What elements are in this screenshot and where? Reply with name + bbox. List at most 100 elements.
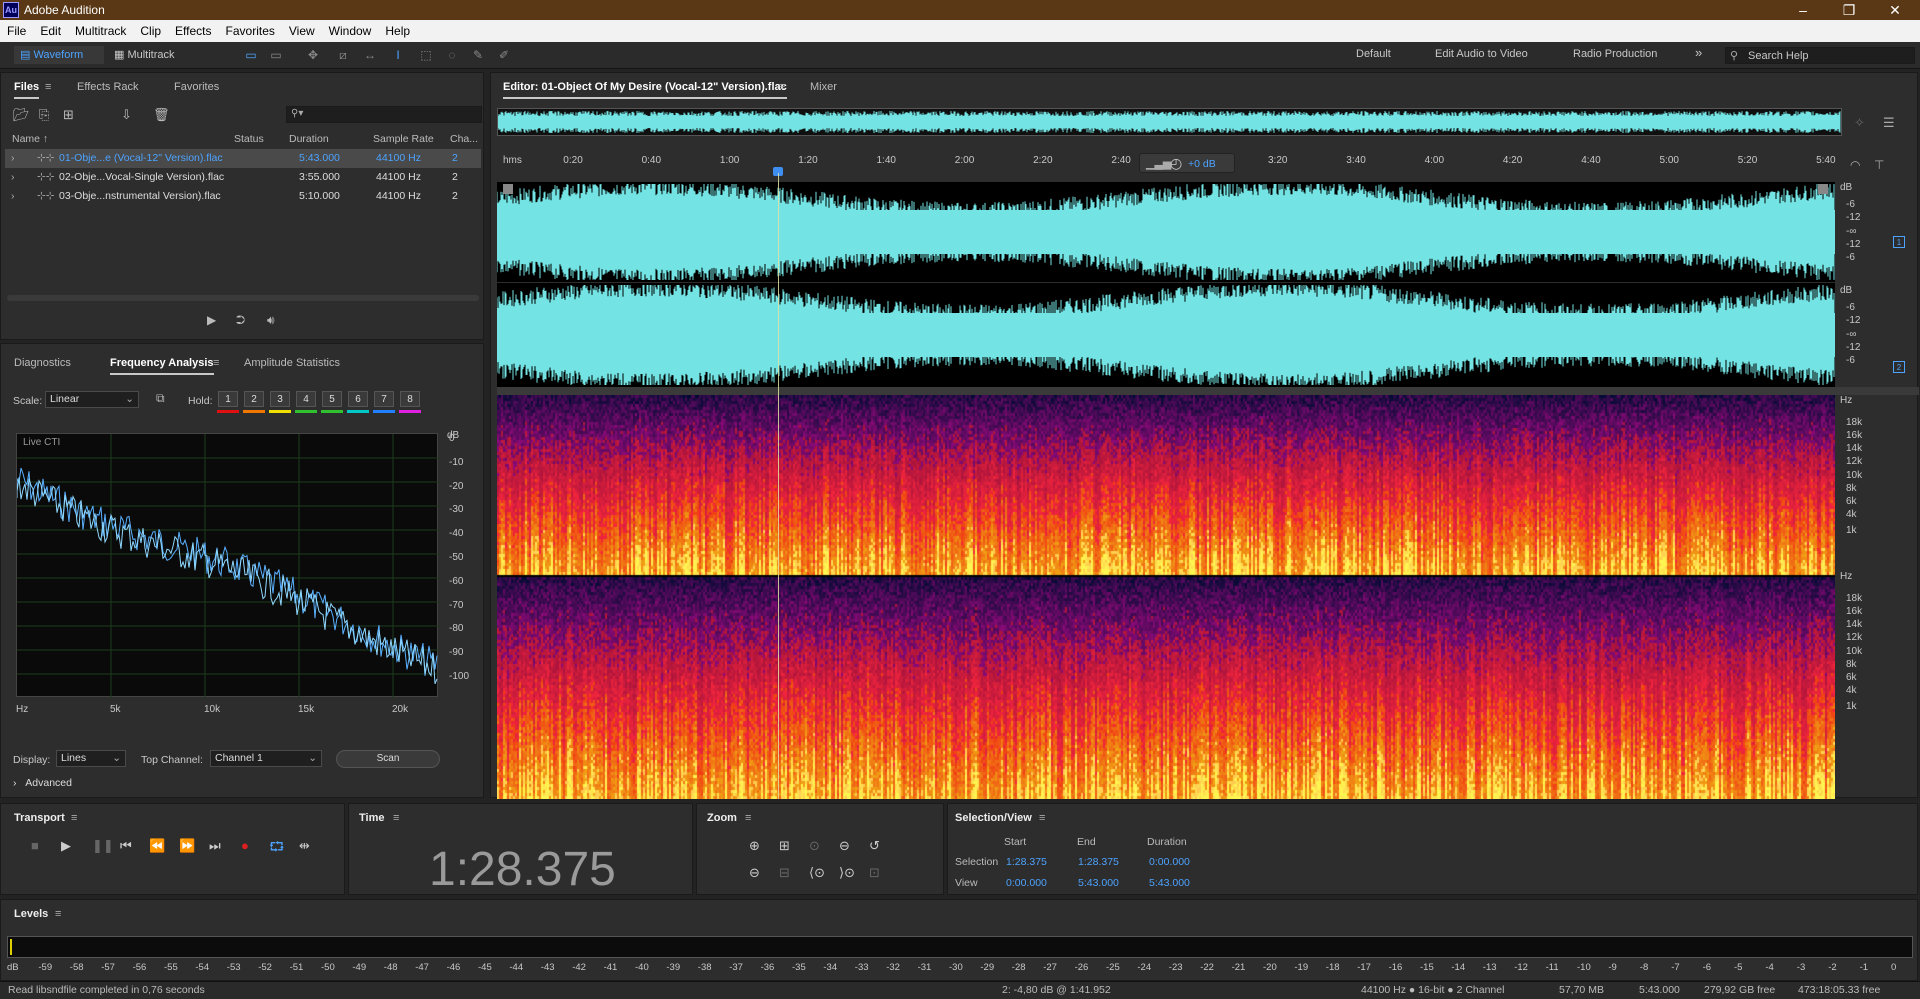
zoom-in-amplitude-icon[interactable]: ⊕ (749, 838, 760, 854)
selection-end-field[interactable]: 1:28.375 (1078, 856, 1119, 868)
workspace-default[interactable]: Default (1356, 48, 1391, 60)
file-row[interactable]: › ⊹⊹ 03-Obje...nstrumental Version).flac 5:… (5, 187, 481, 206)
selection-start-field[interactable]: 1:28.375 (1006, 856, 1047, 868)
razor-tool-icon[interactable]: ⧄ (335, 48, 351, 62)
stop-icon[interactable]: ■ (31, 838, 39, 853)
spectral-display-icon[interactable]: ▭ (243, 48, 259, 62)
tab-effects-rack[interactable]: Effects Rack (77, 81, 139, 93)
chevron-right-icon[interactable]: › (11, 187, 15, 206)
tab-files[interactable]: Files (14, 81, 40, 99)
hold-button-8[interactable]: 8 (400, 391, 420, 407)
brush-tool-icon[interactable]: ✎ (470, 48, 486, 62)
files-search-input[interactable]: ⚲▾ (286, 106, 482, 123)
spot-healing-icon[interactable]: ✐ (496, 48, 512, 62)
rewind-icon[interactable]: ⏪ (149, 838, 165, 854)
time-menu-icon[interactable]: ≡ (393, 812, 399, 824)
minimize-button[interactable]: – (1780, 0, 1826, 20)
advanced-toggle[interactable]: › Advanced (13, 777, 72, 789)
menu-favorites[interactable]: Favorites (219, 20, 282, 42)
pause-icon[interactable]: ❚❚ (92, 838, 114, 854)
transport-menu-icon[interactable]: ≡ (71, 812, 77, 824)
zoom-out-amplitude-icon[interactable]: ⊖ (749, 865, 760, 881)
col-name[interactable]: Name ↑ (12, 133, 48, 145)
snap-icon[interactable]: ◠ (1850, 158, 1860, 172)
skip-to-start-icon[interactable]: ⏮ (120, 838, 132, 854)
preview-volume-icon[interactable]: 🔊︎ (267, 313, 275, 328)
tab-amplitude-statistics[interactable]: Amplitude Statistics (244, 357, 340, 369)
tab-frequency-analysis[interactable]: Frequency Analysis (110, 357, 214, 375)
menu-view[interactable]: View (282, 20, 322, 42)
view-start-field[interactable]: 0:00.000 (1006, 877, 1047, 889)
spectral-pitch-icon[interactable]: ▭ (268, 48, 284, 62)
lasso-tool-icon[interactable]: ◌ (444, 48, 460, 62)
zoom-in-time-icon[interactable]: ⊞ (779, 838, 790, 854)
tab-mixer[interactable]: Mixer (810, 81, 837, 93)
col-sample-rate[interactable]: Sample Rate (373, 133, 434, 145)
tab-editor[interactable]: Editor: 01-Object Of My Desire (Vocal-12… (503, 81, 787, 99)
pin-icon[interactable]: ⊤ (1874, 158, 1884, 172)
spectral-display[interactable] (497, 395, 1835, 799)
scale-select[interactable]: Linear ⌄ (45, 391, 139, 408)
hold-button-3[interactable]: 3 (270, 391, 290, 407)
zoom-out-full-icon[interactable]: ⊖ (839, 838, 850, 854)
hold-button-6[interactable]: 6 (348, 391, 368, 407)
maximize-button[interactable]: ❐ (1826, 0, 1872, 20)
files-scrollbar[interactable] (7, 295, 479, 301)
skip-to-end-icon[interactable]: ⏭ (209, 838, 221, 854)
fade-out-handle[interactable] (1818, 184, 1828, 194)
chevron-right-icon[interactable]: › (11, 168, 15, 187)
menu-effects[interactable]: Effects (168, 20, 218, 42)
waveform-channel-2[interactable] (497, 283, 1835, 387)
hold-button-7[interactable]: 7 (374, 391, 394, 407)
scan-button[interactable]: Scan (336, 750, 440, 768)
hold-button-5[interactable]: 5 (322, 391, 342, 407)
menu-file[interactable]: File (0, 20, 33, 42)
waveform-mode-button[interactable]: ▤ Waveform (14, 46, 104, 64)
view-end-field[interactable]: 5:43.000 (1078, 877, 1119, 889)
files-panel-menu-icon[interactable]: ≡ (45, 81, 51, 93)
tab-diagnostics[interactable]: Diagnostics (14, 357, 71, 369)
file-row[interactable]: › ⊹⊹ 01-Obje...e (Vocal-12" Version).flac 5… (5, 149, 481, 168)
fade-in-handle[interactable] (503, 184, 513, 194)
more-workspaces-button[interactable]: » (1695, 45, 1702, 60)
new-file-icon[interactable]: ⊞ (63, 107, 74, 123)
skip-selection-icon[interactable]: ⇹ (299, 838, 310, 854)
import-file-icon[interactable]: ⎘ (39, 107, 49, 123)
zoom-out-selection-icon[interactable]: ⊡ (869, 865, 880, 881)
levels-menu-icon[interactable]: ≡ (55, 908, 61, 920)
menu-window[interactable]: Window (322, 20, 379, 42)
workspace-edit-audio-video[interactable]: Edit Audio to Video (1435, 48, 1528, 60)
channel-1-toggle[interactable]: 1 (1893, 236, 1905, 248)
overview-bar[interactable] (497, 108, 1842, 136)
trash-icon[interactable]: 🗑︎ (153, 107, 170, 123)
marquee-tool-icon[interactable]: ⬚ (418, 48, 434, 62)
zoom-selection-icon[interactable]: ⊙ (809, 838, 820, 854)
hold-overlay-icon[interactable]: ⧉ (156, 391, 165, 406)
selection-view-menu-icon[interactable]: ≡ (1039, 812, 1045, 824)
channel-2-toggle[interactable]: 2 (1893, 361, 1905, 373)
zoom-out-time-icon[interactable]: ⊟ (779, 865, 790, 881)
col-channels[interactable]: Cha... (450, 133, 478, 145)
hold-button-4[interactable]: 4 (296, 391, 316, 407)
record-icon[interactable]: ● (241, 838, 249, 853)
zoom-menu-icon[interactable]: ≡ (745, 812, 751, 824)
hold-button-2[interactable]: 2 (244, 391, 264, 407)
zoom-in-point-icon[interactable]: ⟨⊙ (809, 865, 825, 881)
top-channel-select[interactable]: Channel 1 ⌄ (210, 750, 322, 767)
search-help-field[interactable]: ⚲ Search Help (1725, 47, 1915, 64)
move-tool-icon[interactable]: ✥ (305, 48, 321, 62)
file-row[interactable]: › ⊹⊹ 02-Obje...Vocal-Single Version).flac 3… (5, 168, 481, 187)
open-file-icon[interactable]: 📂︎ (13, 107, 30, 123)
view-duration-field[interactable]: 5:43.000 (1149, 877, 1190, 889)
time-selection-tool-icon[interactable]: I (390, 48, 406, 62)
chevron-right-icon[interactable]: › (11, 149, 15, 168)
slip-tool-icon[interactable]: ↔ (362, 48, 378, 62)
preview-loop-icon[interactable]: ⮊ (236, 313, 245, 328)
zoom-fit-icon[interactable]: ✧ (1854, 115, 1865, 131)
gain-knob-icon[interactable]: ◴ (1170, 155, 1182, 172)
menu-clip[interactable]: Clip (133, 20, 168, 42)
editor-menu-icon[interactable]: ≡ (779, 81, 785, 93)
hud-gain[interactable]: ▁▃▅ ◴ +0 dB (1139, 153, 1235, 173)
play-icon[interactable]: ▶ (61, 838, 71, 854)
spectral-divider[interactable] (497, 387, 1919, 395)
